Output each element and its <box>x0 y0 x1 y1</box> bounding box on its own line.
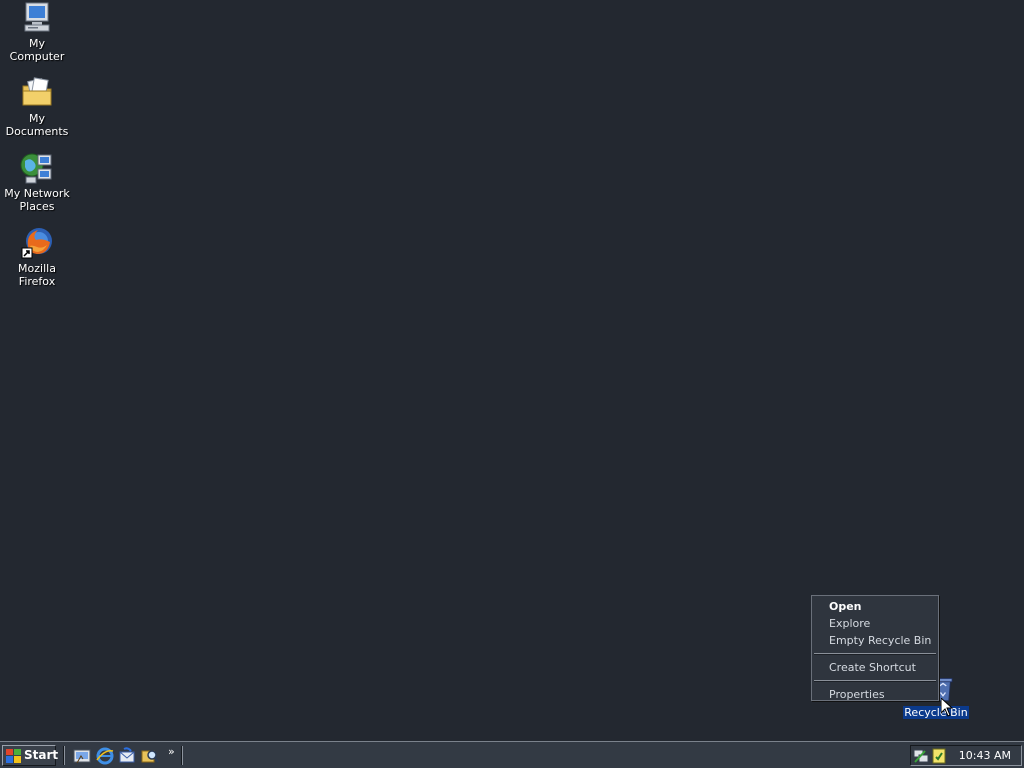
show-desktop-icon[interactable] <box>73 747 91 765</box>
menu-item-explore[interactable]: Explore <box>812 615 938 632</box>
start-button[interactable]: Start <box>2 745 59 766</box>
desktop-icon-label: Recycle Bin <box>903 706 969 719</box>
search-icon[interactable] <box>141 747 159 765</box>
network-connection-icon[interactable] <box>913 748 929 764</box>
desktop[interactable]: My Computer My Documents My Network Plac… <box>0 0 1024 741</box>
my-documents-icon <box>22 77 52 106</box>
menu-separator <box>814 680 936 682</box>
taskbar-divider <box>181 746 183 765</box>
antivirus-icon[interactable] <box>931 748 947 764</box>
desktop-icon-my-computer[interactable]: My Computer <box>0 1 74 63</box>
taskbar-divider <box>63 746 65 765</box>
menu-item-properties[interactable]: Properties <box>812 686 938 703</box>
windows-logo-icon <box>6 749 21 763</box>
taskbar: Start » 10:43 AM <box>0 741 1024 768</box>
my-computer-icon <box>24 2 50 32</box>
desktop-icon-firefox[interactable]: Mozilla Firefox <box>0 226 74 288</box>
taskbar-clock[interactable]: 10:43 AM <box>959 746 1011 765</box>
desktop-icon-my-documents[interactable]: My Documents <box>0 76 74 138</box>
internet-explorer-icon[interactable] <box>96 747 114 765</box>
network-places-icon <box>20 153 52 184</box>
start-label: Start <box>24 748 59 762</box>
desktop-icon-network-places[interactable]: My Network Places <box>0 151 74 213</box>
system-tray: 10:43 AM <box>910 745 1022 766</box>
menu-item-create-shortcut[interactable]: Create Shortcut <box>812 659 938 676</box>
quick-launch-chevron[interactable]: » <box>168 745 175 758</box>
desktop-icon-label: Mozilla Firefox <box>18 262 56 288</box>
menu-separator <box>814 653 936 655</box>
context-menu: Open Explore Empty Recycle Bin Create Sh… <box>811 595 939 701</box>
desktop-icon-label: My Computer <box>9 37 65 63</box>
menu-item-open[interactable]: Open <box>812 598 938 615</box>
desktop-icon-label: My Network Places <box>4 187 70 213</box>
desktop-icon-label: My Documents <box>5 112 69 138</box>
firefox-icon <box>21 228 52 259</box>
mouse-cursor-icon <box>941 698 953 717</box>
menu-item-empty-recycle-bin[interactable]: Empty Recycle Bin <box>812 632 938 649</box>
outlook-express-icon[interactable] <box>118 747 136 765</box>
